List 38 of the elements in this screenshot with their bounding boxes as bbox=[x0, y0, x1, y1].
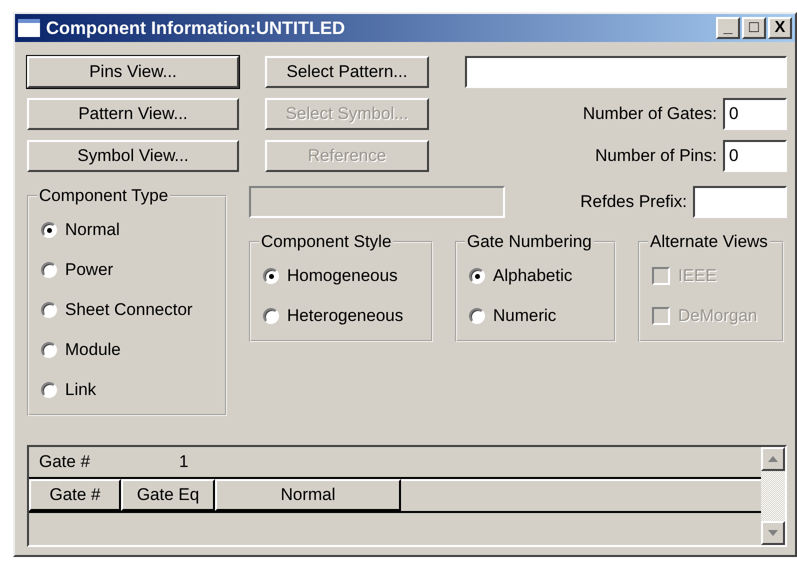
select-button[interactable]: Select Pattern... bbox=[265, 56, 429, 88]
field-label: Refdes Prefix: bbox=[580, 192, 687, 212]
group-title: Component Style bbox=[260, 232, 392, 252]
column-header[interactable]: Gate # bbox=[29, 479, 121, 511]
radio-option[interactable]: Homogeneous bbox=[263, 262, 423, 290]
text-field[interactable] bbox=[465, 56, 787, 88]
field-label: Number of Gates: bbox=[582, 104, 717, 124]
radio-option[interactable]: Module bbox=[41, 336, 217, 364]
group-title: Gate Numbering bbox=[466, 232, 593, 252]
refdes-field[interactable] bbox=[693, 186, 787, 218]
view-button[interactable]: Pattern View... bbox=[27, 98, 239, 130]
group-title: Alternate Views bbox=[649, 232, 769, 252]
group-title: Component Type bbox=[38, 186, 170, 206]
scroll-down-icon bbox=[768, 530, 778, 536]
radio-option[interactable]: Heterogeneous bbox=[263, 302, 423, 330]
minimize-button[interactable]: _ bbox=[716, 17, 740, 39]
pins-field[interactable]: 0 bbox=[723, 140, 787, 172]
gates-field[interactable]: 0 bbox=[723, 98, 787, 130]
window-title: Component Information:UNTITLED bbox=[46, 18, 346, 38]
view-button[interactable]: Pins View... bbox=[27, 56, 239, 88]
scrollbar[interactable] bbox=[761, 447, 785, 545]
text-field[interactable] bbox=[249, 186, 505, 218]
close-button[interactable]: X bbox=[768, 17, 792, 39]
view-button[interactable]: Symbol View... bbox=[27, 140, 239, 172]
scroll-up-icon bbox=[768, 456, 778, 462]
column-header[interactable]: Normal bbox=[215, 479, 401, 511]
column-header[interactable]: Gate Eq bbox=[121, 479, 215, 511]
row-label: Gate # bbox=[38, 452, 92, 472]
window-icon bbox=[18, 19, 40, 37]
radio-option[interactable]: Sheet Connector bbox=[41, 296, 217, 324]
row-value: 1 bbox=[179, 452, 188, 472]
field-label: Number of Pins: bbox=[595, 146, 717, 166]
radio-option[interactable]: Link bbox=[41, 376, 217, 404]
maximize-button[interactable]: □ bbox=[742, 17, 766, 39]
radio-option[interactable]: Power bbox=[41, 256, 217, 284]
radio-option[interactable]: Numeric bbox=[469, 302, 606, 330]
radio-option[interactable]: Alphabetic bbox=[469, 262, 606, 290]
radio-option[interactable]: Normal bbox=[41, 216, 217, 244]
